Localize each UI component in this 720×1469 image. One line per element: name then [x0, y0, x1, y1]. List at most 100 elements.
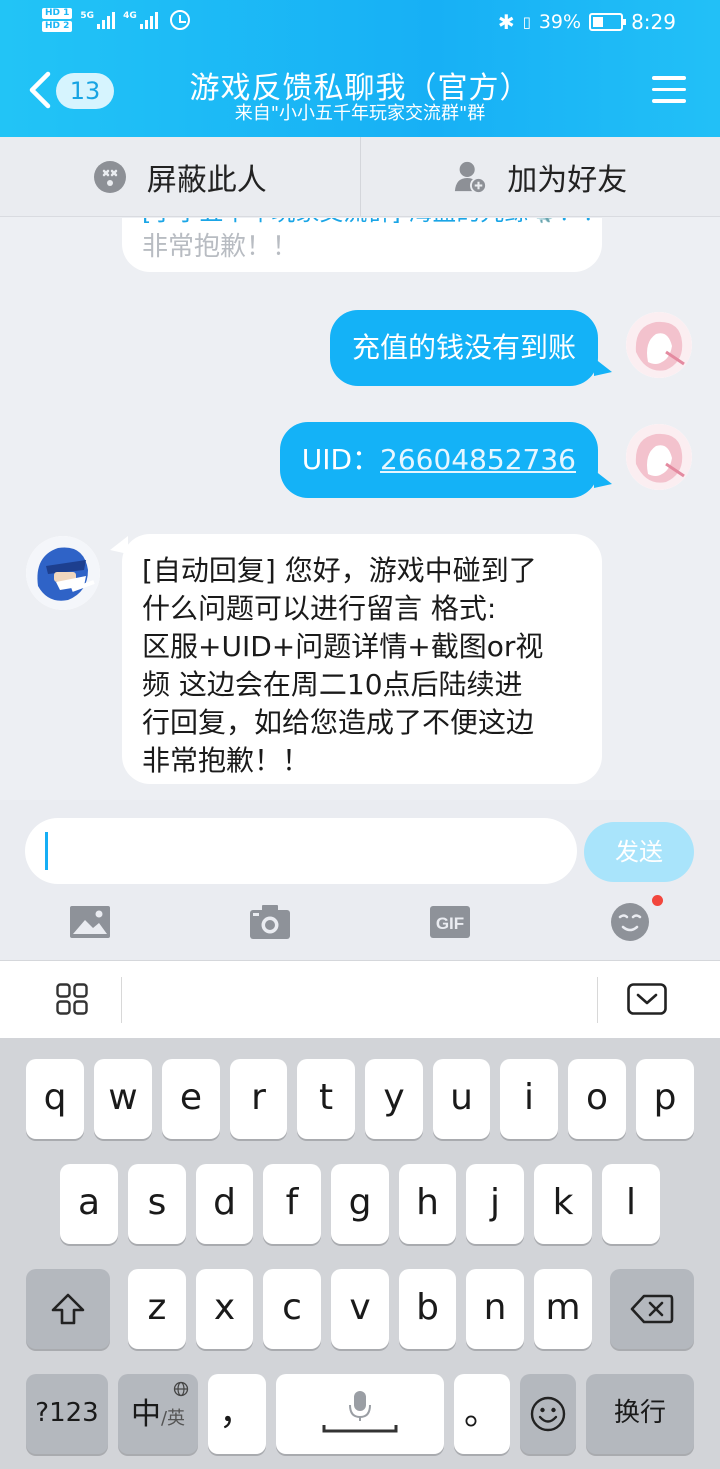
language-main-label: 中: [130, 1397, 161, 1432]
chevron-left-icon: [29, 71, 51, 109]
message-input[interactable]: [25, 818, 577, 884]
message-line: 什么问题可以进行留言 格式:: [142, 592, 497, 625]
send-button[interactable]: 发送: [584, 822, 694, 882]
bluetooth-icon: ✱: [497, 10, 515, 34]
chat-header: HD 1 HD 2 5G 4G ✱ ▯ 39% 8:29 13 游戏反馈私聊我（…: [0, 0, 720, 137]
add-friend-icon: [453, 160, 488, 194]
previous-message-line1: [小小五千年玩家交流群] 海盐的咒鲸🐳！！: [142, 218, 602, 228]
block-user-button[interactable]: 屏蔽此人: [0, 137, 360, 216]
key-l[interactable]: l: [602, 1164, 660, 1244]
key-s[interactable]: s: [128, 1164, 186, 1244]
language-switch-key[interactable]: 中/英: [118, 1374, 198, 1454]
microphone-icon: [322, 1391, 398, 1433]
add-friend-label: 加为好友: [507, 162, 628, 198]
message-bubble-outgoing[interactable]: UID：26604852736: [279, 422, 598, 498]
key-h[interactable]: h: [399, 1164, 456, 1244]
battery-percent: 39%: [538, 11, 582, 33]
key-n[interactable]: n: [466, 1269, 524, 1349]
space-key[interactable]: [276, 1374, 444, 1454]
enter-key[interactable]: 换行: [586, 1374, 694, 1454]
keyboard-toolbar: [0, 960, 720, 1038]
key-d[interactable]: d: [196, 1164, 253, 1244]
key-m[interactable]: m: [534, 1269, 592, 1349]
globe-icon: [173, 1381, 189, 1397]
uid-label: UID：: [301, 443, 381, 476]
key-c[interactable]: c: [263, 1269, 321, 1349]
language-sub-label: /英: [160, 1408, 186, 1429]
key-p[interactable]: p: [636, 1059, 694, 1139]
uid-link[interactable]: 26604852736: [380, 443, 576, 476]
my-avatar[interactable]: [626, 424, 692, 490]
message-list[interactable]: [小小五千年玩家交流群] 海盐的咒鲸🐳！！ 非常抱歉！！ 充值的钱没有到账 UI…: [0, 218, 720, 800]
alarm-icon: [169, 10, 190, 30]
compose-toolbar: GIF: [0, 898, 720, 948]
message-line: 非常抱歉！！: [142, 744, 311, 777]
key-i[interactable]: i: [500, 1059, 558, 1139]
period-key[interactable]: 。: [454, 1374, 510, 1454]
net2-label: 4G: [123, 11, 137, 21]
smiley-icon: [530, 1396, 566, 1432]
emoji-key[interactable]: [520, 1374, 576, 1454]
menu-button[interactable]: [652, 76, 686, 104]
gif-icon[interactable]: GIF: [428, 900, 472, 944]
signal-4g-icon: 4G: [123, 11, 158, 29]
sender-avatar[interactable]: [26, 536, 100, 610]
key-z[interactable]: z: [128, 1269, 186, 1349]
message-bubble-outgoing[interactable]: 充值的钱没有到账: [329, 310, 598, 386]
bubble-tail: [594, 470, 612, 488]
key-b[interactable]: b: [399, 1269, 456, 1349]
key-f[interactable]: f: [263, 1164, 321, 1244]
status-bar: HD 1 HD 2 5G 4G ✱ ▯ 39% 8:29: [0, 6, 720, 40]
key-g[interactable]: g: [331, 1164, 389, 1244]
unread-count-badge[interactable]: 13: [56, 73, 114, 109]
notification-dot: [652, 895, 663, 906]
block-user-label: 屏蔽此人: [146, 162, 267, 198]
key-q[interactable]: q: [26, 1059, 84, 1139]
numbers-key[interactable]: ?123: [26, 1374, 108, 1454]
key-o[interactable]: o: [568, 1059, 626, 1139]
clock: 8:29: [631, 10, 676, 34]
bubble-tail: [594, 358, 612, 376]
back-button[interactable]: [26, 68, 56, 112]
comma-key[interactable]: ，: [208, 1374, 266, 1454]
key-u[interactable]: u: [433, 1059, 490, 1139]
hd2-label: HD 2: [42, 21, 73, 32]
key-x[interactable]: x: [196, 1269, 253, 1349]
image-icon[interactable]: [68, 900, 112, 944]
key-y[interactable]: y: [365, 1059, 423, 1139]
backspace-key[interactable]: [610, 1269, 694, 1349]
keyboard-menu-icon[interactable]: [56, 983, 88, 1015]
key-a[interactable]: a: [60, 1164, 118, 1244]
key-w[interactable]: w: [94, 1059, 152, 1139]
message-line: [自动回复] 您好，游戏中碰到了: [142, 554, 537, 587]
emoji-icon[interactable]: [608, 900, 652, 944]
key-e[interactable]: e: [162, 1059, 220, 1139]
message-line: 行回复，如给您造成了不便这边: [142, 706, 535, 739]
my-avatar[interactable]: [626, 312, 692, 378]
key-r[interactable]: r: [230, 1059, 287, 1139]
key-t[interactable]: t: [297, 1059, 355, 1139]
message-bubble-previous[interactable]: [小小五千年玩家交流群] 海盐的咒鲸🐳！！ 非常抱歉！！: [122, 218, 602, 272]
signal-5g-icon: 5G: [80, 11, 116, 29]
message-line: 频 这边会在周二10点后陆续进: [142, 668, 523, 701]
message-bubble-incoming[interactable]: [自动回复] 您好，游戏中碰到了 什么问题可以进行留言 格式: 区服+UID+问…: [122, 534, 602, 784]
compose-bar: 发送 GIF: [0, 800, 720, 960]
vibrate-icon: ▯: [522, 13, 531, 31]
message-text: 充值的钱没有到账: [351, 331, 576, 364]
shift-key[interactable]: [26, 1269, 110, 1349]
block-icon: [93, 160, 127, 194]
hd-indicator: HD 1 HD 2: [42, 8, 73, 32]
soft-keyboard: q w e r t y u i o p a s d f g h j k l z …: [0, 1038, 720, 1469]
stranger-action-bar: 屏蔽此人 加为好友: [0, 137, 720, 217]
message-line: 区服+UID+问题详情+截图or视: [142, 630, 544, 663]
backspace-icon: [630, 1294, 674, 1324]
hide-keyboard-icon[interactable]: [627, 983, 667, 1015]
add-friend-button[interactable]: 加为好友: [359, 137, 720, 216]
key-j[interactable]: j: [466, 1164, 524, 1244]
chat-subtitle: 来自"小小五千年玩家交流群"群: [234, 103, 486, 124]
key-k[interactable]: k: [534, 1164, 592, 1244]
key-v[interactable]: v: [331, 1269, 389, 1349]
battery-icon: [589, 13, 627, 31]
camera-icon[interactable]: [248, 900, 292, 944]
text-caret: [45, 832, 48, 870]
